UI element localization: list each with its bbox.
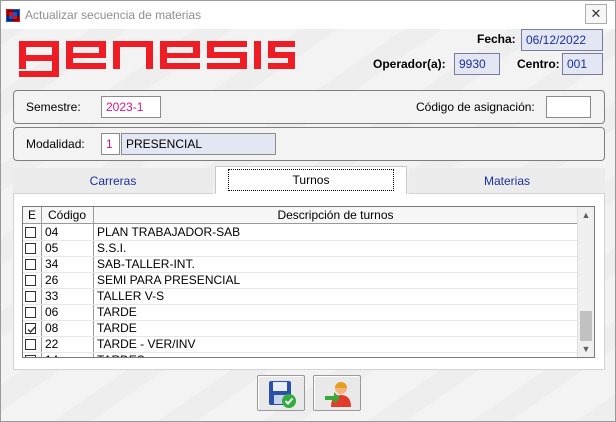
close-icon: ✕ <box>590 6 602 21</box>
row-descripcion: TARDE - VER/INV <box>97 337 196 351</box>
row-descripcion: S.S.I. <box>97 241 127 255</box>
row-descripcion: TARDE <box>97 321 137 335</box>
table-row[interactable]: 26 SEMI PARA PRESENCIAL <box>23 273 578 289</box>
vertical-scrollbar[interactable]: ▲ ▼ <box>577 207 594 357</box>
tab-turnos-label: Turnos <box>227 169 395 191</box>
operador-label: Operador(a): <box>373 57 446 71</box>
modalidad-label: Modalidad: <box>26 137 85 151</box>
row-codigo: 22 <box>45 337 59 351</box>
row-checkbox[interactable] <box>25 291 36 302</box>
row-codigo: 14 <box>45 353 58 357</box>
table-row[interactable]: 05 S.S.I. <box>23 241 578 257</box>
scroll-thumb[interactable] <box>580 311 592 341</box>
save-button[interactable] <box>257 375 305 411</box>
row-checkbox[interactable] <box>25 259 36 270</box>
codigo-asignacion-input[interactable] <box>546 96 591 118</box>
modalidad-code-input[interactable]: 1 <box>101 133 120 155</box>
row-codigo: 04 <box>45 225 59 239</box>
fecha-value: 06/12/2022 <box>521 29 603 51</box>
row-descripcion: TARDE <box>97 305 137 319</box>
row-codigo: 34 <box>45 257 59 271</box>
table-row[interactable]: 14 TARDES <box>23 353 578 357</box>
exit-button[interactable] <box>313 375 361 411</box>
save-check-icon <box>269 381 296 408</box>
centro-value: 001 <box>562 53 603 75</box>
row-checkbox[interactable] <box>25 339 36 350</box>
row-codigo: 06 <box>45 305 59 319</box>
genesis-logo <box>19 41 295 77</box>
table-row[interactable]: 08 TARDE <box>23 321 578 337</box>
tab-turnos[interactable]: Turnos <box>215 166 407 194</box>
operador-value: 9930 <box>454 53 500 75</box>
row-descripcion: TARDES <box>97 353 145 357</box>
semestre-label: Semestre: <box>26 100 81 114</box>
row-codigo: 08 <box>45 321 59 335</box>
grid-header: E Código Descripción de turnos <box>23 207 578 224</box>
check-icon <box>27 326 36 334</box>
row-checkbox[interactable] <box>25 275 36 286</box>
header-codigo[interactable]: Código <box>41 207 93 224</box>
row-checkbox[interactable] <box>25 323 36 334</box>
table-row[interactable]: 33 TALLER V-S <box>23 289 578 305</box>
close-button[interactable]: ✕ <box>585 4 607 24</box>
row-descripcion: TALLER V-S <box>97 289 165 303</box>
window-title: Actualizar secuencia de materias <box>25 8 202 22</box>
main-window: Actualizar secuencia de materias ✕ Fecha… <box>0 0 616 422</box>
row-checkbox[interactable] <box>25 243 36 254</box>
row-codigo: 05 <box>45 241 59 255</box>
scroll-down-icon[interactable]: ▼ <box>578 341 594 357</box>
fecha-label: Fecha: <box>477 32 516 46</box>
row-checkbox[interactable] <box>25 307 36 318</box>
app-icon <box>6 9 20 22</box>
table-row[interactable]: 22 TARDE - VER/INV <box>23 337 578 353</box>
centro-label: Centro: <box>517 57 560 71</box>
table-row[interactable]: 06 TARDE <box>23 305 578 321</box>
semestre-group: Semestre: 2023-1 Código de asignación: <box>13 90 605 124</box>
row-descripcion: SEMI PARA PRESENCIAL <box>97 273 241 287</box>
tab-strip: Carreras Turnos Materias <box>13 166 605 194</box>
codigo-asignacion-label: Código de asignación: <box>416 100 535 114</box>
row-checkbox[interactable] <box>25 355 36 357</box>
table-row[interactable]: 04 PLAN TRABAJADOR-SAB <box>23 225 578 241</box>
tab-materias[interactable]: Materias <box>409 168 605 194</box>
title-bar: Actualizar secuencia de materias ✕ <box>1 1 615 29</box>
semestre-input[interactable]: 2023-1 <box>101 96 161 118</box>
modalidad-name: PRESENCIAL <box>121 133 276 155</box>
tab-carreras[interactable]: Carreras <box>13 168 213 194</box>
row-descripcion: SAB-TALLER-INT. <box>97 257 195 271</box>
turnos-grid: E Código Descripción de turnos 04 PLAN TR… <box>22 206 595 358</box>
row-descripcion: PLAN TRABAJADOR-SAB <box>97 225 241 239</box>
row-codigo: 33 <box>45 289 59 303</box>
row-codigo: 26 <box>45 273 59 287</box>
header-descripcion[interactable]: Descripción de turnos <box>93 207 578 224</box>
header-e[interactable]: E <box>23 207 41 224</box>
row-checkbox[interactable] <box>25 227 36 238</box>
modalidad-group: Modalidad: 1 PRESENCIAL <box>13 127 605 161</box>
table-row[interactable]: 34 SAB-TALLER-INT. <box>23 257 578 273</box>
exit-user-icon <box>325 382 351 407</box>
scroll-up-icon[interactable]: ▲ <box>578 207 594 223</box>
